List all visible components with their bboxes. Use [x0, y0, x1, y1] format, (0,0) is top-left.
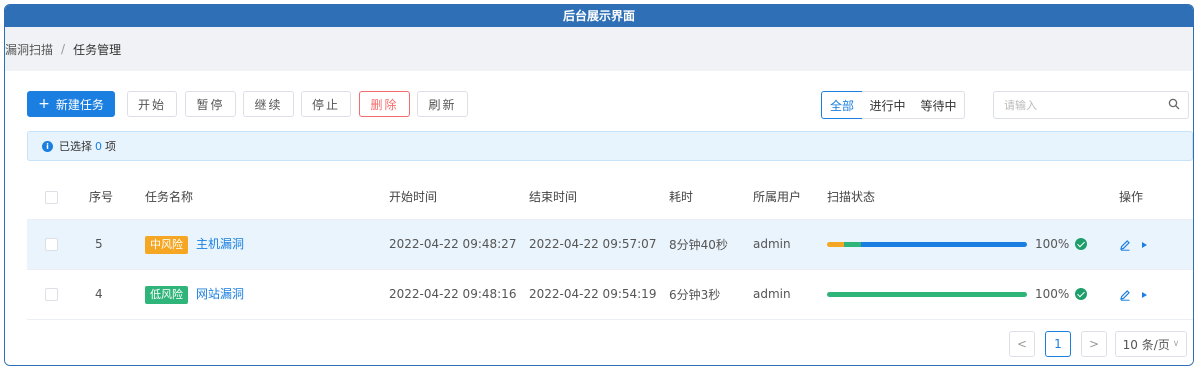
selection-count: 0	[95, 139, 102, 153]
edit-icon[interactable]	[1119, 289, 1131, 301]
header-ops: 操作	[1119, 175, 1193, 220]
filter-all[interactable]: 全部	[821, 91, 863, 119]
next-page-button[interactable]: >	[1081, 331, 1107, 357]
selection-suffix: 项	[105, 140, 116, 153]
page-1-button[interactable]: 1	[1045, 331, 1071, 357]
task-name-link[interactable]: 网站漏洞	[196, 287, 244, 301]
header-end: 结束时间	[529, 175, 669, 220]
play-icon[interactable]	[1139, 290, 1149, 300]
row-index: 5	[89, 219, 145, 270]
table-row[interactable]: 5 中风险 主机漏洞 2022-04-22 09:48:27 2022-04-22…	[27, 219, 1193, 270]
risk-tag: 低风险	[145, 285, 188, 304]
row-user: admin	[753, 219, 827, 270]
search-icon[interactable]	[1168, 98, 1180, 110]
progress-segment	[844, 241, 861, 247]
start-button[interactable]: 开始	[127, 91, 177, 117]
table-header-row: 序号 任务名称 开始时间 结束时间 耗时 所属用户 扫描状态 操作	[27, 175, 1193, 220]
row-checkbox[interactable]	[45, 288, 58, 301]
progress-bar	[827, 241, 1027, 247]
breadcrumb-item-vuln-scan[interactable]: 漏洞扫描	[5, 41, 53, 58]
filter-waiting[interactable]: 等待中	[913, 91, 965, 119]
row-status: 100%	[827, 219, 1119, 270]
row-select-cell	[27, 219, 89, 270]
plus-icon: +	[38, 96, 50, 112]
new-task-button[interactable]: + 新建任务	[27, 91, 115, 117]
task-table: 序号 任务名称 开始时间 结束时间 耗时 所属用户 扫描状态 操作 5 中风险主…	[27, 175, 1193, 320]
task-panel: + 新建任务 开始 暂停 继续 停止 删除 刷新 全部 进行中 等待中 i 已选…	[5, 71, 1193, 365]
progress-segment	[861, 241, 1027, 247]
page-size-label: 10 条/页	[1122, 337, 1170, 352]
toolbar: + 新建任务 开始 暂停 继续 停止 删除 刷新 全部 进行中 等待中	[27, 91, 1189, 119]
pagination: < 1 > 10 条/页 ∨	[1009, 331, 1189, 357]
play-icon[interactable]	[1139, 240, 1149, 250]
row-index: 4	[89, 269, 145, 320]
row-start: 2022-04-22 09:48:16	[389, 269, 529, 320]
new-task-label: 新建任务	[55, 97, 104, 112]
row-user: admin	[753, 269, 827, 320]
header-select-all	[27, 175, 89, 220]
select-all-checkbox[interactable]	[45, 190, 58, 204]
header-user: 所属用户	[753, 175, 827, 220]
delete-button[interactable]: 删除	[359, 91, 410, 117]
row-name-cell: 中风险 主机漏洞	[145, 219, 389, 270]
table-row[interactable]: 4 低风险 网站漏洞 2022-04-22 09:48:16 2022-04-22…	[27, 269, 1193, 320]
progress-percent: 100%	[1035, 237, 1070, 252]
header-index: 序号	[89, 175, 145, 220]
selection-prefix: 已选择	[59, 140, 92, 153]
row-name-cell: 低风险 网站漏洞	[145, 269, 389, 320]
risk-tag: 中风险	[145, 235, 188, 254]
row-end: 2022-04-22 09:54:19	[529, 269, 669, 320]
row-ops	[1119, 219, 1193, 270]
row-status: 100%	[827, 269, 1119, 320]
selection-alert: i 已选择 0 项	[27, 131, 1193, 161]
row-select-cell	[27, 269, 89, 320]
check-circle-icon	[1075, 288, 1088, 301]
row-ops	[1119, 269, 1193, 320]
header-duration: 耗时	[669, 175, 753, 220]
header-status: 扫描状态	[827, 175, 1119, 220]
row-end: 2022-04-22 09:57:07	[529, 219, 669, 270]
row-start: 2022-04-22 09:48:27	[389, 219, 529, 270]
breadcrumb: 漏洞扫描 / 任务管理	[5, 27, 1193, 71]
window-title: 后台展示界面	[5, 5, 1193, 27]
progress-percent: 100%	[1035, 287, 1070, 302]
page-size-select[interactable]: 10 条/页 ∨	[1115, 331, 1187, 357]
row-duration: 8分钟40秒	[669, 219, 753, 270]
task-name-link[interactable]: 主机漏洞	[196, 237, 244, 251]
info-icon: i	[42, 140, 53, 152]
search-box	[993, 91, 1189, 119]
edit-icon[interactable]	[1119, 239, 1131, 251]
breadcrumb-item-task-manage: 任务管理	[73, 42, 122, 57]
search-input[interactable]	[994, 92, 1154, 118]
progress-bar	[827, 291, 1027, 297]
check-circle-icon	[1075, 238, 1088, 251]
stop-button[interactable]: 停止	[301, 91, 351, 117]
prev-page-button[interactable]: <	[1009, 331, 1035, 357]
refresh-button[interactable]: 刷新	[417, 91, 468, 117]
row-duration: 6分钟3秒	[669, 269, 753, 320]
header-start: 开始时间	[389, 175, 529, 220]
progress-segment	[827, 291, 1027, 297]
continue-button[interactable]: 继续	[243, 91, 294, 117]
breadcrumb-separator: /	[61, 42, 66, 56]
filter-running[interactable]: 进行中	[862, 91, 914, 119]
header-name: 任务名称	[145, 175, 389, 220]
chevron-down-icon: ∨	[1172, 339, 1180, 349]
row-checkbox[interactable]	[45, 238, 58, 251]
app-window: 后台展示界面 漏洞扫描 / 任务管理 + 新建任务 开始 暂停 继续 停止 删除…	[4, 4, 1194, 366]
progress-segment	[827, 241, 844, 247]
pause-button[interactable]: 暂停	[185, 91, 236, 117]
